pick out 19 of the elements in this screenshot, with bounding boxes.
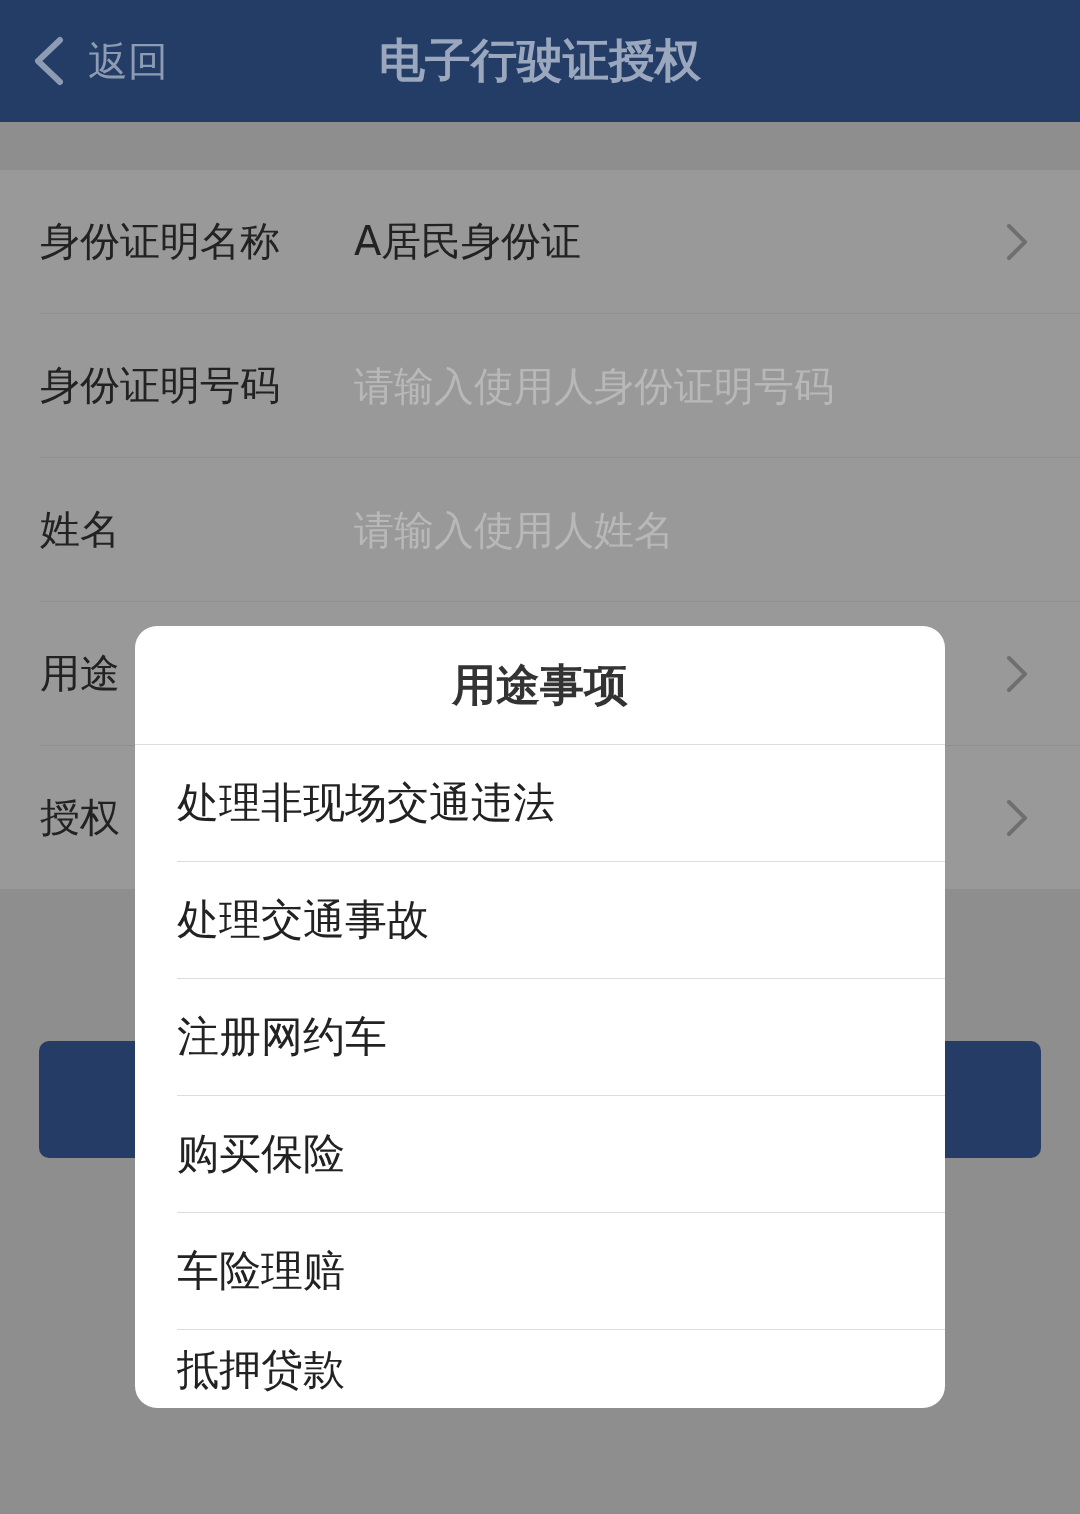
- chevron-right-icon[interactable]: [1006, 654, 1028, 693]
- back-icon: [32, 36, 66, 86]
- option-item[interactable]: 注册网约车: [177, 979, 945, 1096]
- dialog-title: 用途事项: [135, 626, 945, 745]
- option-item[interactable]: 抵押贷款: [177, 1330, 945, 1406]
- option-item[interactable]: 处理交通事故: [177, 862, 945, 979]
- chevron-right-icon[interactable]: [1006, 222, 1028, 261]
- field-label: 身份证明号码: [40, 361, 280, 410]
- option-item[interactable]: 购买保险: [177, 1096, 945, 1213]
- page-title: 电子行驶证授权: [379, 32, 701, 89]
- field-label: 姓名: [40, 505, 120, 554]
- field-label: 用途: [40, 649, 120, 698]
- field-value[interactable]: A居民身份证: [354, 214, 1006, 269]
- field-label: 身份证明名称: [40, 217, 280, 266]
- field-label: 授权: [40, 793, 120, 842]
- option-item[interactable]: 处理非现场交通违法: [177, 745, 945, 862]
- chevron-right-icon[interactable]: [1006, 798, 1028, 837]
- option-item[interactable]: 车险理赔: [177, 1213, 945, 1330]
- back-button[interactable]: 返回: [32, 33, 168, 89]
